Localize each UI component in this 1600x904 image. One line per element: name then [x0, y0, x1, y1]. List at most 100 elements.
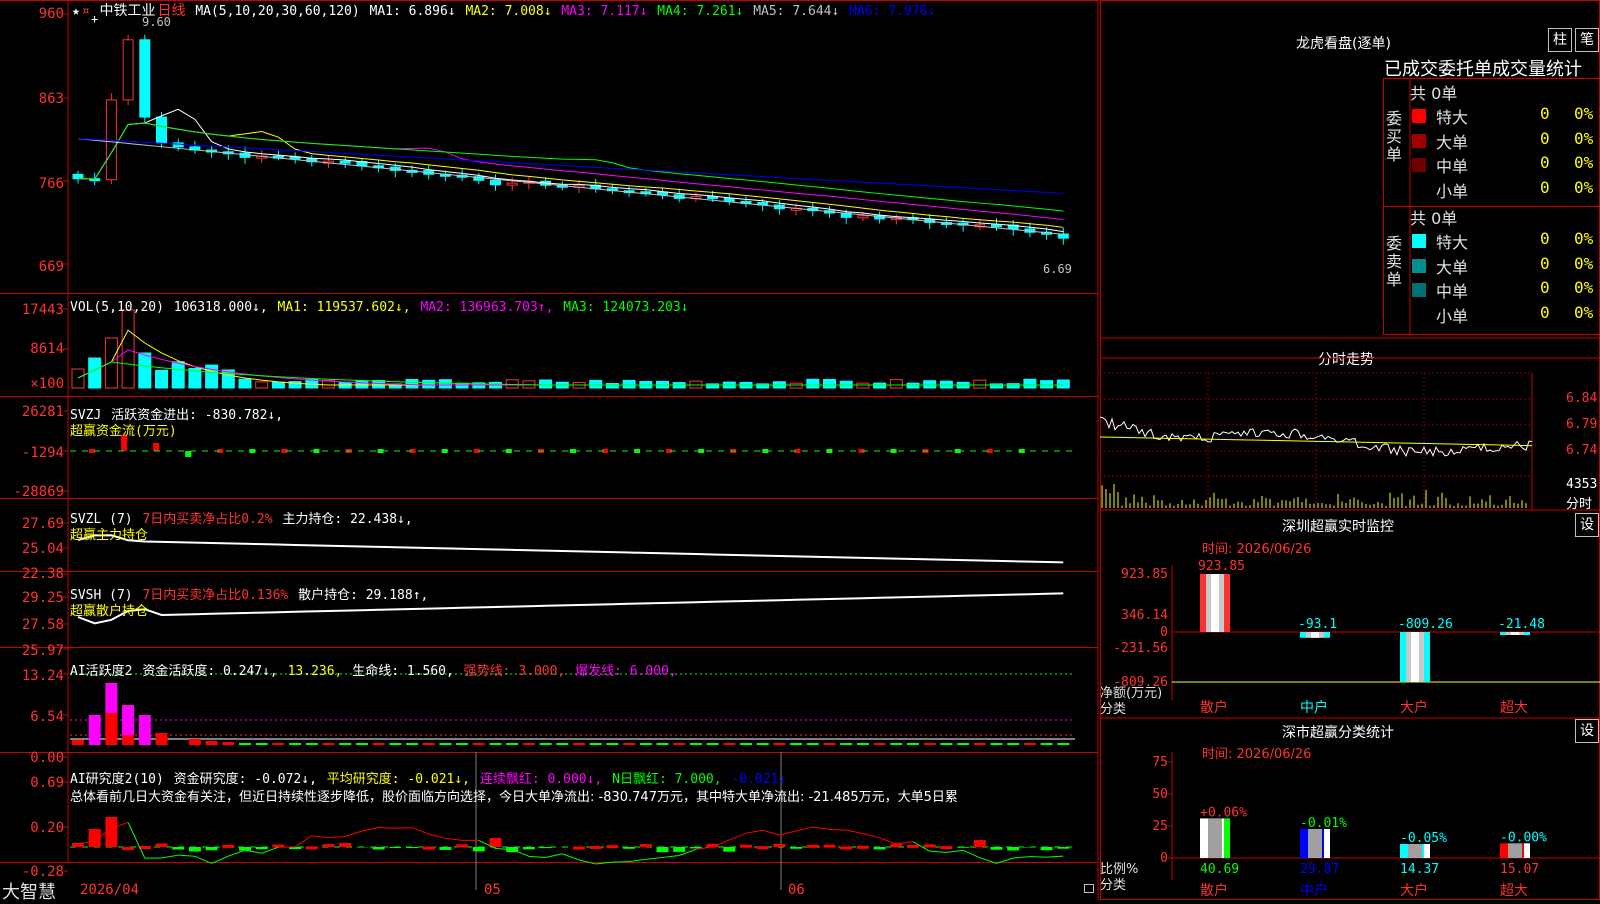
ai-burst-line: 爆发线: 6.000, — [575, 664, 677, 679]
volume-bar — [1007, 384, 1019, 388]
research-line-seg — [295, 836, 312, 847]
lock-icon[interactable] — [1084, 884, 1094, 893]
bar-mode-button[interactable]: 柱 — [1548, 28, 1572, 52]
monitor-ylabel: 346.14 — [1121, 608, 1168, 623]
ai-active-bar — [289, 743, 301, 745]
research-line-seg — [445, 838, 462, 840]
monitor-bar-fill — [1200, 574, 1230, 632]
research-line-seg — [713, 840, 730, 847]
svzj-bar — [185, 451, 191, 457]
ai-active-bar — [105, 713, 117, 745]
intraday-ylabel: 6.74 — [1566, 443, 1597, 458]
ai-research-title: AI研究度2(10) — [70, 772, 164, 787]
ai-active-bar — [740, 743, 752, 745]
ai-active-bar — [807, 743, 819, 745]
classify-bar-inner — [1408, 844, 1422, 858]
volume-bar — [89, 358, 101, 388]
volume-bar — [423, 380, 435, 388]
research-bar — [890, 844, 902, 847]
ai-active-ylabel: 0.00 — [0, 750, 64, 766]
research-line-seg — [880, 838, 897, 844]
volume-bar — [790, 383, 802, 388]
candle-body — [73, 174, 83, 178]
intraday-title: 分时走势 — [1318, 349, 1374, 369]
research-line-seg — [746, 830, 763, 833]
monitor-bar-shine — [1211, 574, 1219, 632]
monitor-bar — [1200, 574, 1230, 632]
ai-active-bar — [890, 743, 902, 745]
svzl-ylabel: 22.38 — [0, 566, 64, 582]
ai-active-bar — [606, 743, 618, 745]
order-color-swatch — [1412, 183, 1426, 197]
monitor-category: 散户 — [1200, 699, 1228, 716]
ai-avg-research: 平均研究度: -0.021↓, — [327, 772, 470, 787]
classify-caption-2: 分类 — [1100, 874, 1126, 893]
date-label: 2026/04 — [80, 882, 139, 898]
research-bar — [940, 846, 952, 849]
order-color-swatch — [1412, 283, 1426, 297]
research-bar — [874, 847, 886, 849]
candle-body — [491, 180, 501, 184]
research-line-seg — [362, 827, 379, 831]
classify-bar — [1500, 843, 1530, 858]
classify-change-label: -0.01% — [1300, 816, 1347, 831]
flag-icon[interactable]: ¤ — [82, 4, 90, 19]
research-bar — [657, 847, 669, 852]
classify-bar-edge — [1224, 818, 1230, 858]
ai-active-bar — [707, 743, 719, 745]
ai-active-bar — [640, 743, 652, 745]
research-bar — [807, 845, 819, 848]
svzl-subtitle: 超赢主力持仓 — [70, 524, 148, 543]
volume-bar — [590, 380, 602, 388]
classify-bar-inner — [1508, 843, 1522, 858]
svzl-ylabel: 25.04 — [0, 541, 64, 557]
research-bar — [690, 847, 702, 848]
research-bar — [239, 847, 251, 851]
ai-active-bar — [323, 743, 335, 745]
ai-active-bar — [373, 743, 385, 745]
ai-active-bar — [1041, 743, 1053, 745]
monitor-bar-inner — [1206, 574, 1224, 632]
ai-active-bar — [590, 743, 602, 745]
ai-active-bar — [206, 741, 218, 745]
stroke-mode-button[interactable]: 笔 — [1575, 28, 1599, 52]
classify-settings-button[interactable]: 设 — [1575, 719, 1599, 743]
research-bar — [773, 844, 785, 847]
vol-ylabel: 17443 — [0, 302, 64, 318]
ai-active-bar — [139, 715, 151, 745]
research-line-seg — [646, 857, 663, 859]
volume-bar — [757, 384, 769, 388]
ai-active-bar — [156, 733, 168, 745]
ai-active-bar — [256, 743, 268, 745]
research-line-seg — [963, 850, 980, 857]
svzj-ylabel: -28869 — [0, 484, 64, 500]
sell-total: 共 0单 — [1410, 205, 1457, 229]
chart-area[interactable] — [0, 0, 1100, 900]
brand-label: 大智慧 — [2, 878, 56, 904]
monitor-settings-button[interactable]: 设 — [1575, 513, 1599, 537]
order-row-pct: 0% — [1574, 229, 1593, 248]
dragon-title: 龙虎看盘(逐单) — [1296, 33, 1391, 53]
research-line-seg — [329, 837, 346, 838]
ai-active-bar — [222, 742, 234, 745]
order-row-value: 0 — [1540, 153, 1550, 172]
ai-active-bar — [89, 715, 101, 745]
research-bar — [122, 847, 134, 850]
research-line-seg — [946, 850, 963, 852]
ai-active-bar — [339, 743, 351, 745]
order-row-name: 小单 — [1436, 178, 1468, 202]
star-icon[interactable]: ★ — [72, 4, 80, 19]
monitor-bar-shine — [1311, 632, 1319, 638]
order-row-pct: 0% — [1574, 104, 1593, 123]
research-line-seg — [830, 829, 847, 830]
classify-change-label: +0.06% — [1200, 805, 1247, 820]
vol-ma3: MA3: 124073.203↓ — [563, 300, 688, 315]
monitor-bar — [1500, 632, 1530, 635]
order-row-value: 0 — [1540, 229, 1550, 248]
research-bar — [606, 845, 618, 848]
research-line-seg — [863, 834, 880, 838]
ai-active-bar — [857, 743, 869, 745]
classify-change-label: -0.00% — [1500, 830, 1547, 845]
research-bar — [1007, 847, 1019, 850]
main-ylabel: 766 — [0, 176, 64, 192]
